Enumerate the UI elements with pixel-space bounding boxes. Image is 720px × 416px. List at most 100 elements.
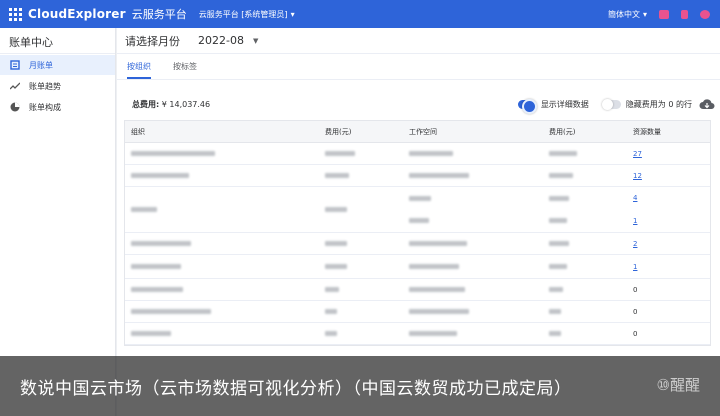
total-cost: 总费用: ¥ 14,037.46 bbox=[132, 99, 210, 110]
sidebar-item-label: 账单趋势 bbox=[29, 81, 61, 91]
redacted-text bbox=[409, 309, 469, 314]
redacted-text bbox=[325, 331, 337, 336]
redacted-text bbox=[549, 173, 573, 178]
redacted-text bbox=[549, 287, 563, 292]
sidebar-item-monthly-bill[interactable]: 月账单 bbox=[0, 55, 115, 75]
column-header: 费用(元) bbox=[325, 127, 352, 136]
hide-zero-label: 隐藏费用为 0 的行 bbox=[625, 99, 692, 109]
redacted-text bbox=[409, 218, 429, 224]
apps-grid-icon[interactable] bbox=[9, 7, 23, 21]
pie-chart-icon bbox=[10, 102, 20, 112]
column-header: 费用(元) bbox=[549, 127, 576, 136]
sidebar-item-label: 月账单 bbox=[29, 60, 53, 70]
table-row[interactable]: 0 bbox=[125, 279, 710, 301]
context-label: 云服务平台 [系统管理员] bbox=[198, 9, 288, 19]
language-switcher[interactable]: 簡体中文 ▾ bbox=[608, 9, 647, 20]
month-picker[interactable]: 2022-08 ▼ bbox=[198, 34, 258, 47]
video-caption: 数说中国云市场（云市场数据可视化分析）（中国云数贸成功已成定局） bbox=[0, 356, 720, 416]
top-bar: CloudExplorer 云服务平台 云服务平台 [系统管理员] ▾ 簡体中文 ▾ bbox=[0, 0, 720, 28]
chevron-down-icon: ▾ bbox=[642, 9, 647, 19]
summary-bar: 总费用: ¥ 14,037.46 显示详细数据 隐藏费用为 0 的行 bbox=[117, 94, 720, 114]
redacted-text bbox=[131, 309, 211, 314]
tab-by-tag[interactable]: 按标签 bbox=[173, 61, 197, 79]
month-value: 2022-08 bbox=[198, 34, 244, 47]
column-header: 组织 bbox=[131, 127, 145, 136]
tab-bar: 按组织 按标签 bbox=[117, 54, 720, 80]
redacted-text bbox=[325, 151, 355, 156]
table-row[interactable]: 12 bbox=[125, 165, 710, 187]
month-label: 请选择月份 bbox=[125, 34, 180, 48]
chevron-down-icon: ▾ bbox=[290, 9, 295, 19]
sidebar-item-label: 账单构成 bbox=[29, 102, 61, 112]
column-header: 工作空间 bbox=[409, 127, 437, 136]
sidebar-item-bill-trend[interactable]: 账单趋势 bbox=[0, 76, 115, 96]
column-header: 资源数量 bbox=[633, 127, 661, 136]
resource-count-link[interactable]: 4 bbox=[633, 194, 637, 202]
caret-down-icon: ▼ bbox=[252, 36, 259, 45]
resource-count: 0 bbox=[633, 329, 638, 338]
trend-icon bbox=[10, 81, 20, 91]
redacted-text bbox=[549, 151, 577, 156]
resource-count: 0 bbox=[633, 285, 638, 294]
brand-name: CloudExplorer bbox=[28, 7, 126, 21]
language-label: 簡体中文 bbox=[607, 9, 640, 19]
resource-count-link[interactable]: 2 bbox=[633, 240, 637, 248]
notification-icon[interactable] bbox=[681, 9, 688, 19]
redacted-text bbox=[131, 264, 181, 269]
watermark: ⑩醒醒 bbox=[656, 376, 700, 394]
table-row[interactable]: 2 bbox=[125, 233, 710, 255]
caption-text: 数说中国云市场（云市场数据可视化分析）（中国云数贸成功已成定局） bbox=[20, 378, 572, 399]
resource-count: 0 bbox=[633, 307, 638, 316]
redacted-text bbox=[131, 241, 191, 246]
redacted-text bbox=[549, 218, 567, 224]
redacted-text bbox=[549, 331, 561, 336]
redacted-text bbox=[549, 264, 567, 269]
table-row[interactable]: 1 bbox=[125, 255, 710, 279]
table-row[interactable]: 41 bbox=[125, 187, 710, 233]
total-cost-value: ¥ 14,037.46 bbox=[161, 99, 211, 109]
resource-count-link[interactable]: 1 bbox=[633, 263, 637, 271]
table-header: 组织 费用(元) 工作空间 费用(元) 资源数量 bbox=[125, 121, 710, 143]
user-icon[interactable] bbox=[700, 9, 710, 19]
redacted-text bbox=[325, 207, 347, 212]
redacted-text bbox=[549, 195, 569, 201]
redacted-text bbox=[325, 264, 347, 269]
toggle-on[interactable] bbox=[517, 98, 537, 114]
redacted-text bbox=[131, 173, 189, 178]
show-detail-label: 显示详细数据 bbox=[540, 99, 589, 109]
redacted-text bbox=[325, 241, 347, 246]
redacted-text bbox=[131, 207, 157, 212]
redacted-text bbox=[131, 151, 215, 156]
total-cost-label: 总费用: bbox=[132, 99, 160, 109]
hide-zero-switch[interactable]: 隐藏费用为 0 的行 bbox=[601, 98, 692, 110]
redacted-text bbox=[409, 241, 467, 246]
resource-count-link[interactable]: 12 bbox=[633, 172, 642, 180]
redacted-text bbox=[549, 241, 569, 246]
redacted-text bbox=[325, 173, 349, 178]
redacted-text bbox=[409, 287, 465, 292]
show-detail-switch[interactable]: 显示详细数据 bbox=[517, 98, 589, 114]
redacted-text bbox=[131, 331, 171, 336]
mail-icon[interactable] bbox=[659, 9, 669, 19]
table-row[interactable]: 0 bbox=[125, 323, 710, 345]
redacted-text bbox=[409, 195, 431, 201]
tab-by-organization[interactable]: 按组织 bbox=[127, 61, 151, 79]
toggle-off[interactable] bbox=[601, 98, 621, 110]
sidebar-item-bill-composition[interactable]: 账单构成 bbox=[0, 97, 115, 117]
table-row[interactable]: 0 bbox=[125, 301, 710, 323]
redacted-text bbox=[325, 287, 339, 292]
calendar-icon bbox=[10, 60, 20, 70]
table-row[interactable]: 27 bbox=[125, 143, 710, 165]
redacted-text bbox=[409, 173, 469, 178]
context-switcher[interactable]: 云服务平台 [系统管理员] ▾ bbox=[199, 9, 295, 20]
redacted-text bbox=[409, 331, 457, 336]
cloud-download-icon[interactable] bbox=[699, 98, 715, 110]
redacted-text bbox=[409, 264, 459, 269]
month-bar: 请选择月份 2022-08 ▼ bbox=[117, 28, 720, 54]
resource-count-link[interactable]: 1 bbox=[633, 217, 637, 225]
bill-table: 组织 费用(元) 工作空间 费用(元) 资源数量 27 12 41 2 1 0 … bbox=[124, 120, 711, 346]
redacted-text bbox=[549, 309, 561, 314]
brand-subtitle: 云服务平台 bbox=[131, 8, 187, 21]
redacted-text bbox=[131, 287, 183, 292]
resource-count-link[interactable]: 27 bbox=[633, 150, 642, 158]
